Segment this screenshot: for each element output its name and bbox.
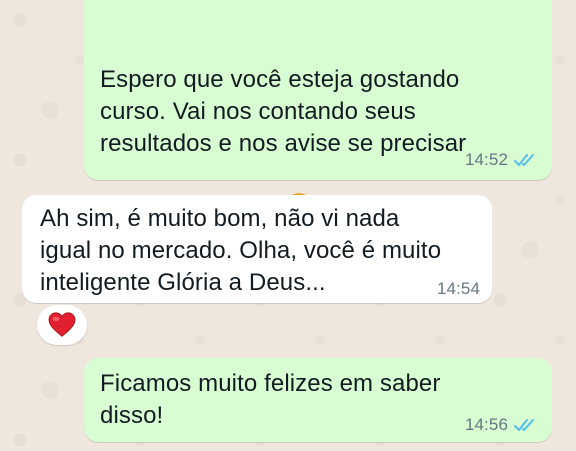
outgoing-message-bubble[interactable]: Ficamos muito felizes em saber disso! 14…: [84, 358, 552, 442]
message-time: 14:54: [436, 279, 480, 298]
double-check-read-icon: [514, 419, 534, 431]
outgoing-message-bubble[interactable]: Espero que você esteja gostando curso. V…: [84, 0, 552, 224]
message-time: 14:56: [464, 415, 508, 434]
incoming-message-bubble[interactable]: Ah sim, é muito bom, não vi nada igual n…: [22, 195, 492, 303]
message-meta: 14:54: [437, 279, 480, 299]
message-meta: 14:52: [465, 150, 540, 170]
double-check-read-icon: [514, 154, 534, 166]
message-text: Ah sim, é muito bom, não vi nada igual n…: [40, 205, 442, 296]
red-heart-icon: [48, 312, 76, 337]
smiling-face-icon: [283, 160, 315, 223]
message-reaction[interactable]: [37, 305, 87, 345]
message-meta: 14:56: [465, 415, 540, 435]
message-time: 14:52: [464, 150, 508, 169]
